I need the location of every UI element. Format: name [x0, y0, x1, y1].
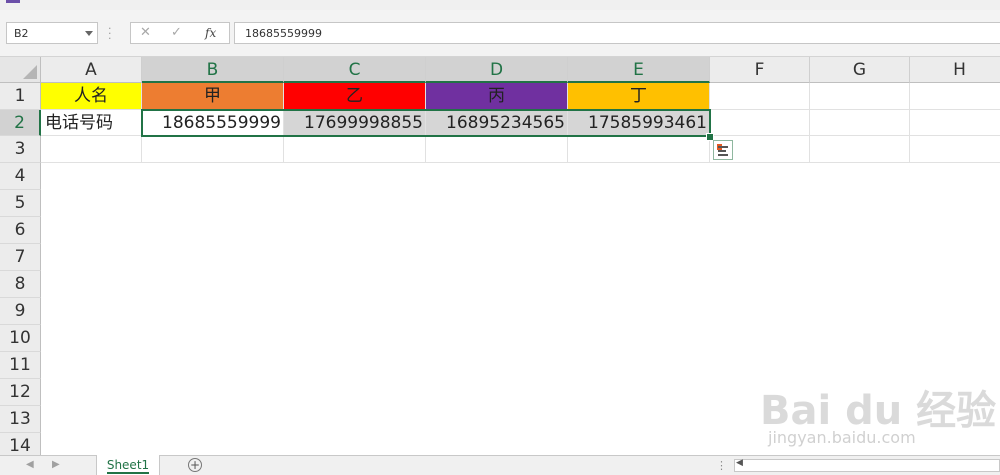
quick-analysis-icon[interactable] — [713, 140, 733, 160]
scroll-left-arrow-icon[interactable]: ◀ — [736, 458, 743, 468]
tab-scroll-right-icon[interactable]: ▶ — [52, 459, 60, 470]
row-header-3[interactable]: 3 — [0, 136, 41, 163]
row-header-7[interactable]: 7 — [0, 244, 41, 271]
col-header-h[interactable]: H — [910, 57, 1000, 83]
cell-d1[interactable]: 丙 — [426, 83, 568, 110]
formula-buttons: ✕ ✓ fx — [130, 22, 230, 44]
fx-icon[interactable]: fx — [205, 26, 216, 40]
col-header-e[interactable]: E — [568, 57, 710, 83]
row-header-5[interactable]: 5 — [0, 190, 41, 217]
formula-input[interactable]: 18685559999 — [234, 22, 1000, 44]
tab-sheet1[interactable]: Sheet1 — [96, 455, 160, 475]
cell-h1[interactable] — [910, 83, 1000, 110]
horizontal-scrollbar[interactable]: ◀ — [734, 458, 1000, 472]
row-header-10[interactable]: 10 — [0, 325, 41, 352]
cell-c1[interactable]: 乙 — [284, 83, 426, 110]
select-all-icon — [23, 65, 37, 79]
col-header-f[interactable]: F — [710, 57, 810, 83]
name-box-value: B2 — [14, 27, 29, 40]
cell-b3[interactable] — [142, 136, 284, 163]
row-header-4[interactable]: 4 — [0, 163, 41, 190]
row-header-11[interactable]: 11 — [0, 352, 41, 379]
quick-analysis-line — [718, 154, 728, 156]
cell-f1[interactable] — [710, 83, 810, 110]
cell-b1[interactable]: 甲 — [142, 83, 284, 110]
cell-e3[interactable] — [568, 136, 710, 163]
row-header-2[interactable]: 2 — [0, 110, 41, 136]
app-accent-mark — [6, 0, 20, 3]
cell-g3[interactable] — [810, 136, 910, 163]
cell-g2[interactable] — [810, 110, 910, 136]
quick-analysis-line — [718, 146, 728, 148]
tab-scroll-left-icon[interactable]: ◀ — [26, 459, 34, 470]
formula-bar: B2 · · · ✕ ✓ fx 18685559999 — [0, 10, 1000, 57]
col-header-c[interactable]: C — [284, 57, 426, 83]
sheet-tab-bar: ◀ ▶ Sheet1 + ⋮ ◀ — [0, 455, 1000, 475]
tab-splitter-icon[interactable]: ⋮ — [716, 459, 727, 472]
cell-g1[interactable] — [810, 83, 910, 110]
formula-value: 18685559999 — [245, 27, 322, 40]
cell-f2[interactable] — [710, 110, 810, 136]
name-box[interactable]: B2 — [6, 22, 98, 44]
cell-b2[interactable]: 18685559999 — [142, 110, 284, 136]
cell-e1[interactable]: 丁 — [568, 83, 710, 110]
chevron-down-icon[interactable] — [85, 31, 93, 36]
cell-a3[interactable] — [41, 136, 142, 163]
col-header-g[interactable]: G — [810, 57, 910, 83]
col-header-b[interactable]: B — [142, 57, 284, 83]
cell-a1[interactable]: 人名 — [41, 83, 142, 110]
row-header-14[interactable]: 14 — [0, 433, 41, 455]
cell-h2[interactable] — [910, 110, 1000, 136]
cell-c2[interactable]: 17699998855 — [284, 110, 426, 136]
row-header-12[interactable]: 12 — [0, 379, 41, 406]
row-header-13[interactable]: 13 — [0, 406, 41, 433]
col-header-a[interactable]: A — [41, 57, 142, 83]
cancel-icon[interactable]: ✕ — [140, 25, 151, 40]
cell-e2[interactable]: 17585993461 — [568, 110, 710, 136]
check-icon[interactable]: ✓ — [171, 25, 182, 40]
add-sheet-icon[interactable]: + — [188, 458, 202, 472]
cell-a2[interactable]: 电话号码 — [41, 110, 142, 136]
quick-analysis-line — [718, 150, 726, 152]
select-all-button[interactable] — [0, 57, 41, 83]
more-options-icon[interactable]: · · · — [108, 23, 112, 44]
cell-d3[interactable] — [426, 136, 568, 163]
cell-h3[interactable] — [910, 136, 1000, 163]
col-header-d[interactable]: D — [426, 57, 568, 83]
row-header-9[interactable]: 9 — [0, 298, 41, 325]
watermark-url: jingyan.baidu.com — [768, 428, 916, 447]
row-header-1[interactable]: 1 — [0, 83, 41, 110]
row-header-8[interactable]: 8 — [0, 271, 41, 298]
title-bar-strip — [0, 0, 1000, 10]
cell-d2[interactable]: 16895234565 — [426, 110, 568, 136]
cell-c3[interactable] — [284, 136, 426, 163]
row-header-6[interactable]: 6 — [0, 217, 41, 244]
